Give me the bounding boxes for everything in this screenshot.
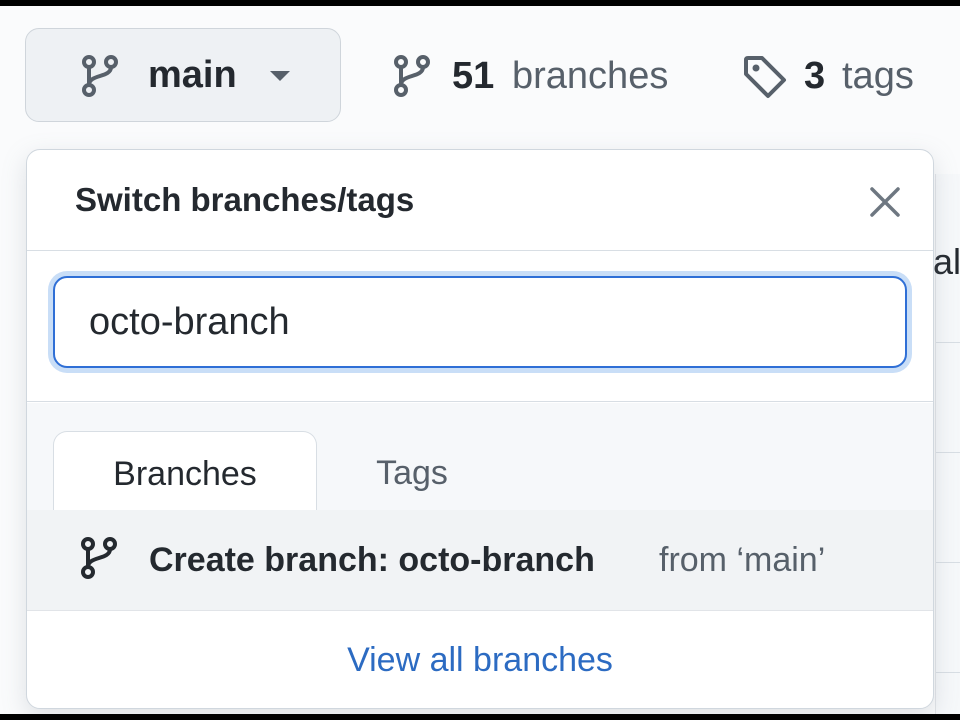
background-partial-text: al xyxy=(933,241,960,282)
tab-tags-label: Tags xyxy=(376,454,448,492)
branches-label: branches xyxy=(512,55,669,97)
current-branch-label: main xyxy=(148,54,237,96)
branches-count: 51 xyxy=(452,55,495,97)
dropdown-header: Switch branches/tags xyxy=(27,150,933,251)
tags-label: tags xyxy=(842,55,914,97)
ref-type-tabs: Branches Tags xyxy=(27,403,933,513)
view-all-branches-link[interactable]: View all branches xyxy=(347,641,613,679)
git-branch-icon xyxy=(80,54,120,103)
tab-tags[interactable]: Tags xyxy=(327,451,497,495)
tab-branches-label: Branches xyxy=(113,455,257,493)
tags-count: 3 xyxy=(804,55,826,97)
create-branch-label: Create branch: octo-branch xyxy=(149,541,595,579)
view-all-branches-footer: View all branches xyxy=(27,630,933,690)
branch-selector-button[interactable]: main xyxy=(25,28,341,122)
caret-down-icon xyxy=(270,71,290,81)
create-branch-option[interactable]: Create branch: octo-branch from ‘main’ xyxy=(27,510,933,611)
git-branch-icon xyxy=(79,536,119,585)
git-branch-icon xyxy=(392,54,432,103)
tab-branches[interactable]: Branches xyxy=(53,431,317,513)
file-row-divider xyxy=(936,672,960,673)
switch-branches-dropdown: Switch branches/tags Branches Tags xyxy=(26,149,934,709)
branch-filter-input[interactable] xyxy=(53,276,907,368)
file-row-divider xyxy=(936,562,960,563)
close-icon[interactable] xyxy=(865,182,905,222)
dropdown-title: Switch branches/tags xyxy=(75,181,415,218)
filter-area xyxy=(27,251,933,402)
tag-icon xyxy=(742,54,790,107)
create-branch-source: from ‘main’ xyxy=(659,541,826,579)
canvas: al main 51 branches 3 tags Switch branch… xyxy=(0,6,960,714)
file-row-divider xyxy=(936,452,960,453)
file-row-divider xyxy=(936,342,960,343)
